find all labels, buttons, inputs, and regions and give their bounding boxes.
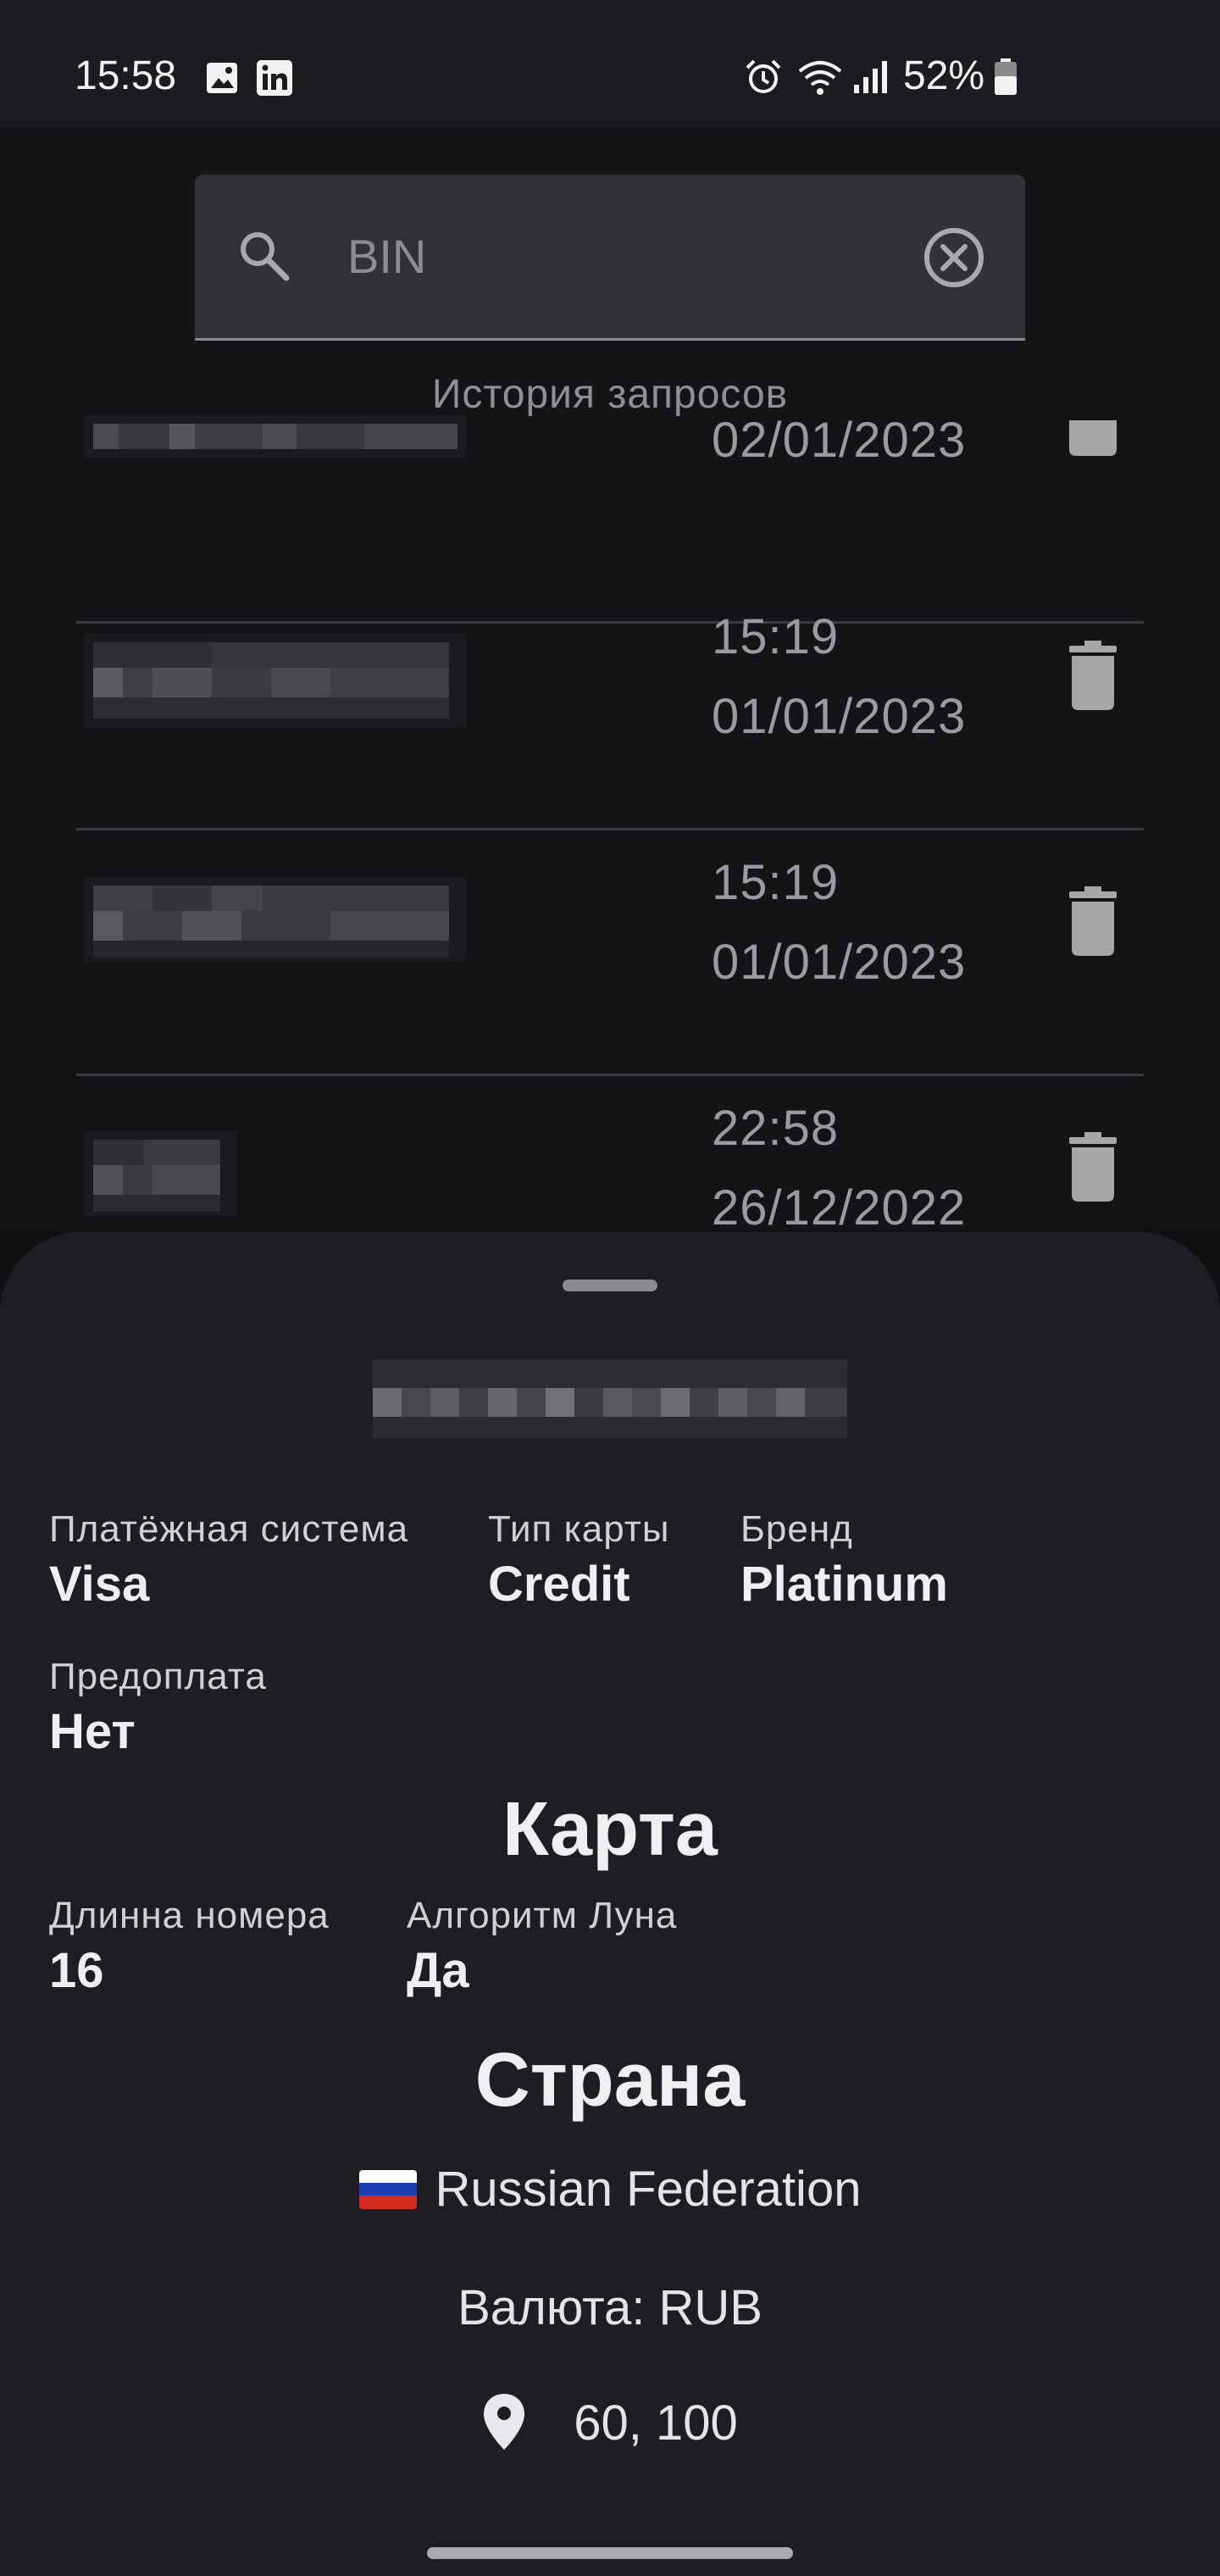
number-length-label: Длинна номера — [49, 1895, 330, 1936]
prepaid-label: Предоплата — [49, 1656, 267, 1697]
currency: Валюта: RUB — [458, 2280, 762, 2335]
history-date: 26/12/2022 — [712, 1180, 967, 1235]
brand-value: Platinum — [740, 1557, 948, 1612]
masked-bin-number — [347, 1342, 873, 1452]
scheme-label: Платёжная система — [49, 1508, 409, 1550]
battery-icon — [995, 58, 1017, 95]
coordinates: 60, 100 — [574, 2396, 738, 2451]
card-type-label: Тип карты — [488, 1508, 670, 1550]
russia-flag-icon — [358, 2169, 417, 2209]
drag-handle[interactable] — [563, 1280, 657, 1291]
history-item[interactable]: 15:19 01/01/2023 — [76, 830, 1144, 1076]
masked-card-number — [85, 1131, 237, 1216]
masked-card-number — [85, 415, 466, 458]
coordinates-row: 60, 100 — [0, 2393, 1220, 2457]
history-item[interactable]: 02/01/2023 — [76, 339, 1144, 624]
status-bar: 15:58 52% — [0, 0, 1220, 127]
history-time: 22:58 — [712, 1101, 840, 1156]
history-date: 01/01/2023 — [712, 689, 967, 744]
field-brand: Бренд Platinum — [740, 1508, 948, 1613]
location-pin-icon — [484, 2393, 525, 2450]
country-row: Russian Federation — [0, 2161, 1220, 2218]
luhn-value: Да — [407, 1943, 469, 1998]
country-name: Russian Federation — [435, 2162, 862, 2217]
status-time: 15:58 — [75, 53, 177, 98]
prepaid-value: Нет — [49, 1704, 136, 1759]
clear-icon[interactable] — [922, 225, 986, 290]
history-date: 02/01/2023 — [712, 413, 967, 468]
delete-icon[interactable] — [1068, 1130, 1118, 1203]
history-time: 15:19 — [712, 609, 840, 664]
delete-icon[interactable] — [1068, 639, 1118, 712]
search-input[interactable] — [347, 222, 856, 290]
battery-percent: 52% — [903, 53, 985, 98]
gesture-nav-bar[interactable] — [427, 2547, 793, 2559]
search-field[interactable] — [195, 175, 1025, 341]
field-prepaid: Предоплата Нет — [49, 1656, 267, 1760]
field-scheme: Платёжная система Visa — [49, 1508, 408, 1613]
field-number-length: Длинна номера 16 — [49, 1895, 330, 1999]
history-item[interactable]: 15:19 01/01/2023 — [76, 585, 1144, 830]
scheme-value: Visa — [49, 1557, 150, 1612]
signal-icon — [854, 61, 887, 93]
masked-card-number — [85, 634, 466, 727]
history-time: 15:19 — [712, 855, 840, 910]
masked-card-number — [85, 877, 466, 962]
search-icon — [241, 232, 290, 281]
brand-label: Бренд — [740, 1508, 853, 1550]
number-length-value: 16 — [49, 1943, 104, 1998]
history-date: 01/01/2023 — [712, 935, 967, 990]
linkedin-icon — [257, 60, 292, 96]
field-luhn: Алгоритм Луна Да — [407, 1895, 677, 1999]
alarm-icon — [746, 59, 781, 93]
card-section-title: Карта — [502, 1787, 718, 1872]
bin-details-sheet: Платёжная система Visa Тип карты Credit … — [0, 1232, 1220, 2576]
image-icon — [207, 63, 237, 93]
card-type-value: Credit — [488, 1557, 630, 1612]
country-section-title: Страна — [474, 2038, 746, 2123]
wifi-icon — [798, 61, 842, 95]
delete-icon[interactable] — [1068, 885, 1118, 958]
luhn-label: Алгоритм Луна — [407, 1895, 678, 1936]
delete-icon[interactable] — [1068, 415, 1118, 458]
field-card-type: Тип карты Credit — [488, 1508, 670, 1613]
